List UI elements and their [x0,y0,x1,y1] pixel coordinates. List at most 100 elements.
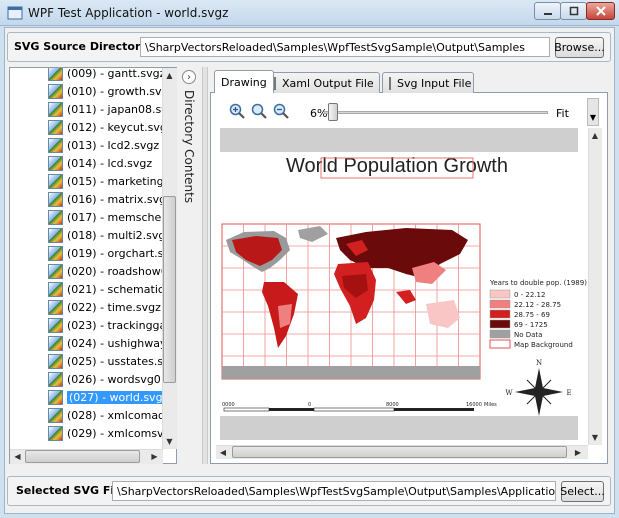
scroll-up-icon[interactable]: ▲ [163,69,176,82]
tree-horizontal-scroll-thumb[interactable] [25,450,140,463]
scale-label-3: 8000 [386,402,399,408]
close-button[interactable] [586,2,615,20]
tree-item[interactable]: (029) - xmlcomsvg0 [48,424,164,442]
tree-item[interactable]: (017) - memschem.s [48,208,164,226]
select-button[interactable]: Select... [560,481,605,502]
svg-file-icon [48,263,63,279]
minimize-button[interactable] [534,2,561,20]
source-directory-input[interactable]: \SharpVectorsReloaded\Samples\WpfTestSvg… [140,37,550,57]
legend-title: Years to double pop. (1989) [489,279,587,287]
tree-item[interactable]: (023) - trackinggant [48,316,164,334]
svg-file-icon [48,389,63,405]
drawing-scroll-down-icon[interactable]: ▼ [589,431,601,443]
zoom-in-button[interactable] [229,103,245,119]
tab-xaml-label: Xaml Output File [282,76,374,90]
tree-item[interactable]: (013) - lcd2.svgz [48,136,159,154]
drawing-scroll-up-icon[interactable]: ▲ [589,129,601,141]
selected-file-input[interactable]: \SharpVectorsReloaded\Samples\WpfTestSvg… [112,481,556,501]
svg-file-icon [48,137,63,153]
drawing-scroll-left-icon[interactable]: ◀ [217,446,229,458]
file-tree[interactable]: (009) - gantt.svgz (010) - growth.svgz (01… [10,68,164,449]
scale-label-2: 0 [308,402,311,408]
zoom-out-button[interactable] [273,103,289,119]
legend-label-5: No Data [514,331,542,339]
svg-checkbox[interactable] [389,76,391,90]
tree-item[interactable]: (028) - xmlcomadob [48,406,164,424]
svg-file-icon [48,245,63,261]
zoom-slider-thumb[interactable] [328,103,339,121]
scroll-down-icon[interactable]: ▼ [163,435,176,448]
zoom-button[interactable] [251,103,267,119]
tree-item[interactable]: (022) - time.svgz [48,298,161,316]
tree-item-label: (026) - wordsvg01.s [67,372,164,386]
tree-item[interactable]: (021) - schematic.sv [48,280,164,298]
tab-xaml-output[interactable]: Xaml Output File [267,72,380,93]
source-directory-label: SVG Source Directory: [14,40,152,53]
browse-button[interactable]: Browse... [554,37,605,58]
tree-item[interactable]: (011) - japan08.svgz [48,100,164,118]
close-icon [595,6,606,16]
legend: Years to double pop. (1989) 0 - 22.12 22… [489,279,587,349]
tree-item[interactable]: (020) - roadshow6x [48,262,164,280]
tree-item-label: (024) - ushighways.s [67,336,164,350]
toolbar-overflow-button[interactable]: ▼ [587,98,599,126]
tree-item-label: (010) - growth.svgz [67,84,164,98]
svg-file-icon [48,155,63,171]
tree-item-label: (012) - keycut.svgz [67,120,164,134]
tree-item[interactable]: (026) - wordsvg01.s [48,370,164,388]
world-map-drawing: World Population Growth Years to double … [220,128,587,440]
svg-file-icon [48,191,63,207]
tab-svg-input[interactable]: Svg Input File [382,72,474,93]
tree-item-label: (022) - time.svgz [67,300,161,314]
svg-file-icon [48,371,63,387]
tree-item-label: (027) - world.svgz [67,390,164,404]
tree-item[interactable]: (009) - gantt.svgz [48,68,164,82]
svg-file-icon [48,227,63,243]
legend-label-4: 69 - 1725 [514,321,548,329]
drawing-vertical-scrollbar[interactable] [588,128,602,445]
tree-item-label: (025) - usstates.svgz [67,354,164,368]
svg-file-icon [48,317,63,333]
tree-item-label: (020) - roadshow6x [67,264,164,278]
collapse-panel-button[interactable]: › [182,70,196,84]
drawing-horizontal-scroll-thumb[interactable] [232,446,567,458]
compass-n: N [536,359,542,367]
tree-item-label: (019) - orgchart.svg [67,246,164,260]
svg-file-icon [48,353,63,369]
tree-item[interactable]: (027) - world.svgz [48,388,164,406]
xaml-checkbox[interactable] [274,76,276,90]
tab-drawing[interactable]: Drawing [214,70,274,93]
tree-item[interactable]: (024) - ushighways.s [48,334,164,352]
tree-item[interactable]: (012) - keycut.svgz [48,118,164,136]
directory-contents-header[interactable]: Directory Contents [180,90,200,203]
minimize-icon [543,13,552,15]
tree-item[interactable]: (025) - usstates.svgz [48,352,164,370]
tree-item-label: (016) - matrix.svgz [67,192,164,206]
zoom-fit-label[interactable]: Fit [556,107,569,120]
app-icon [7,5,23,21]
tree-item[interactable]: (018) - multi2.svgz [48,226,164,244]
tab-svg-label: Svg Input File [397,76,472,90]
tree-vertical-scroll-thumb[interactable] [163,196,176,383]
tree-item[interactable]: (010) - growth.svgz [48,82,164,100]
panel-splitter[interactable] [202,67,208,464]
top-gray-band [220,128,578,152]
tab-drawing-label: Drawing [221,75,267,89]
scroll-right-icon[interactable]: ▶ [148,450,161,463]
scale-label-5: Miles [484,402,497,408]
compass-e: E [566,389,571,397]
tree-item-label: (029) - xmlcomsvg0 [67,426,164,440]
svg-file-icon [48,299,63,315]
zoom-icon [251,103,267,119]
maximize-button[interactable] [560,2,587,20]
drawing-canvas[interactable]: World Population Growth Years to double … [216,128,588,445]
zoom-slider-track[interactable] [324,111,548,114]
tree-item[interactable]: (019) - orgchart.svg [48,244,164,262]
legend-label-1: 0 - 22.12 [514,291,545,299]
drawing-scroll-right-icon[interactable]: ▶ [572,446,584,458]
tree-item-label: (021) - schematic.sv [67,282,164,296]
tree-item[interactable]: (014) - lcd.svgz [48,154,152,172]
tree-item[interactable]: (015) - marketing.sv [48,172,164,190]
scroll-left-icon[interactable]: ◀ [11,450,24,463]
tree-item[interactable]: (016) - matrix.svgz [48,190,164,208]
